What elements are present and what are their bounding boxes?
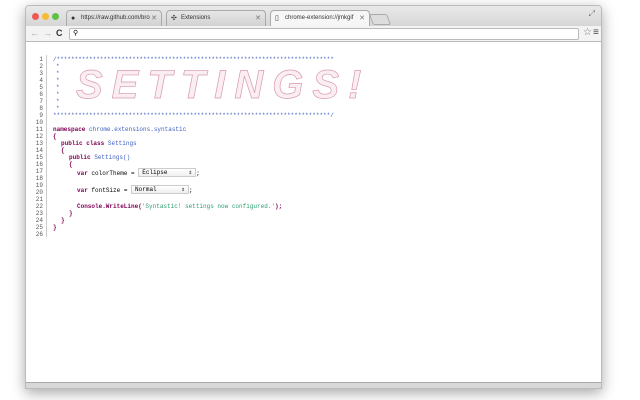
brace: { [61,147,65,154]
line-number: 6 [39,91,43,98]
comment-star: * [56,70,60,77]
line-number: 21 [35,196,43,203]
comment-star: * [56,91,60,98]
line-number: 22 [35,203,43,210]
line-number: 18 [35,175,43,182]
search-icon: ⚲ [73,30,79,37]
method-call: Console.WriteLine( [77,203,142,210]
line-number: 8 [39,105,43,112]
github-icon: ● [71,15,76,22]
string-literal: 'Syntastic! settings now configured.' [141,203,276,210]
line-number: 17 [35,168,43,175]
minimize-window-button[interactable] [42,13,49,20]
comment-star: * [56,63,60,70]
line-number: 10 [35,119,43,126]
line-number: 5 [39,84,43,91]
line-number: 9 [39,112,43,119]
reload-icon[interactable]: C [56,28,63,38]
line-number: 7 [39,98,43,105]
select-arrows-icon: ⇕ [188,169,193,176]
line-number: 4 [39,77,43,84]
close-tab-icon[interactable]: ✕ [151,14,157,22]
keyword: class [86,140,105,147]
page-icon: ▯ [275,15,279,22]
line-number: 16 [35,161,43,168]
constructor-name: Settings() [94,154,131,161]
line-number: 2 [39,63,43,70]
line-number: 24 [35,217,43,224]
select-value: Normal [135,186,157,193]
toolbar: ← → C ⚲ ☆ ≡ [26,26,601,42]
page-content: 1 2 3 4 5 6 7 8 9 10 11 12 13 14 15 16 17 18 19 20 21 22 23 24 2… [26,43,601,382]
brace: } [61,217,65,224]
back-icon[interactable]: ← [30,28,39,38]
brace: } [53,224,57,231]
line-number: 20 [35,189,43,196]
close-tab-icon[interactable]: ✕ [359,14,365,22]
semicolon: ; [189,187,193,195]
tab-extensions[interactable]: ✣ Extensions ✕ [166,10,266,26]
semicolon: ; [196,170,200,178]
variable-name: colorTheme = [91,170,135,178]
puzzle-icon: ✣ [171,15,177,22]
tab-github[interactable]: ● https://raw.github.com/bro ✕ [66,10,162,26]
color-theme-select[interactable]: Eclipse ⇕ [138,168,197,177]
tab-title: https://raw.github.com/bro [81,15,150,21]
line-number: 13 [35,140,43,147]
brace: { [69,161,73,168]
font-size-select[interactable]: Normal ⇕ [131,185,190,194]
select-arrows-icon: ⇕ [181,186,186,193]
comment-star: * [56,98,60,105]
horizontal-scrollbar[interactable] [26,382,601,388]
tab-strip: ● https://raw.github.com/bro ✕ ✣ Extensions… [26,6,601,26]
namespace-name: chrome.extensions.syntastic [89,126,187,133]
zoom-window-button[interactable] [52,13,59,20]
new-tab-button[interactable] [368,14,392,25]
tab-settings[interactable]: ▯ chrome-extension://jmkgif ✕ [270,10,370,26]
browser-window: ● https://raw.github.com/bro ✕ ✣ Extensions… [25,5,602,389]
line-number: 15 [35,154,43,161]
forward-icon[interactable]: → [43,28,52,38]
close-window-button[interactable] [32,13,39,20]
method-end: ); [275,203,283,210]
line-number: 26 [35,231,43,238]
gutter-divider [46,55,47,237]
line-number: 11 [35,126,43,133]
keyword: var [77,187,88,195]
keyword: namespace [53,126,86,133]
comment-star: * [56,105,60,112]
settings-ascii-art: SETTINGS! [76,63,371,108]
line-number: 1 [39,56,43,63]
brace: { [53,133,57,140]
variable-name: fontSize = [91,187,128,195]
comment-line: /***************************************… [53,56,334,63]
tab-title: Extensions [181,15,211,21]
line-number: 14 [35,147,43,154]
comment-star: * [56,84,60,91]
keyword: var [77,170,88,178]
line-number: 3 [39,70,43,77]
comment-line: ****************************************… [53,112,334,119]
line-number: 19 [35,182,43,189]
select-value: Eclipse [142,169,168,176]
menu-icon[interactable]: ≡ [593,27,599,38]
fullscreen-icon[interactable]: ⤢ [589,9,595,19]
omnibox[interactable]: ⚲ [69,28,579,40]
line-number: 25 [35,224,43,231]
bookmark-star-icon[interactable]: ☆ [583,27,592,38]
keyword: public [69,154,91,161]
class-name: Settings [107,140,137,147]
line-number: 23 [35,210,43,217]
comment-star: * [56,77,60,84]
tab-title: chrome-extension://jmkgif [285,15,354,21]
brace: } [69,210,73,217]
close-tab-icon[interactable]: ✕ [255,14,261,22]
keyword: public [61,140,83,147]
line-number: 12 [35,133,43,140]
